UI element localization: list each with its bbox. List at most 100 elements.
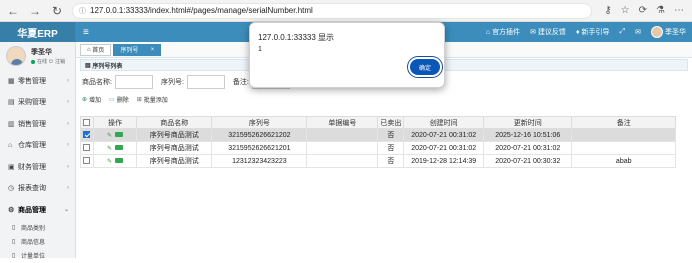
column-header[interactable]: 备注 <box>571 116 676 129</box>
column-header[interactable]: 序列号 <box>211 116 308 129</box>
cell-created: 2019-12-28 12:14:39 <box>403 154 485 168</box>
detail-icon[interactable] <box>114 132 123 138</box>
logout-icon: ⏻ <box>49 58 53 65</box>
row-checkbox[interactable] <box>83 131 91 139</box>
cell-sold: 否 <box>377 128 405 142</box>
delete-button[interactable]: ▭ 删除 <box>109 95 129 104</box>
dialog-message: 1 <box>258 46 262 53</box>
column-header[interactable]: 更新时间 <box>483 116 573 129</box>
chart-icon: ▥ <box>8 120 15 128</box>
detail-icon[interactable] <box>114 145 123 151</box>
remark-label: 备注: <box>232 79 249 86</box>
product-name-input[interactable] <box>114 75 153 89</box>
sidebar-subitem-category[interactable]: ▯ 商品类别 <box>0 221 75 235</box>
tab-serial-number[interactable]: 序列号 × <box>113 43 162 56</box>
key-icon[interactable]: ⚷ <box>604 5 611 16</box>
column-header[interactable]: 创建时间 <box>403 116 485 129</box>
star-icon[interactable]: ☆ <box>621 5 630 16</box>
extension-icon[interactable]: ⚗ <box>656 5 665 16</box>
chevron-left-icon: ‹ <box>67 185 69 192</box>
goods-icon: ⚙ <box>8 206 15 214</box>
refresh-icon[interactable]: ⟳ <box>639 5 647 16</box>
edit-icon[interactable]: ✎ <box>107 133 112 139</box>
back-icon[interactable]: ← <box>4 2 22 20</box>
user-name: 季圣华 <box>31 49 52 56</box>
dialog-ok-button[interactable]: 确定 <box>410 59 440 75</box>
table-header-row: 操作 商品名称 序列号 单据编号 已卖出 创建时间 更新时间 备注 <box>80 116 676 129</box>
sidebar-item-sales[interactable]: ▥ 销售管理 ‹ <box>0 113 75 135</box>
cell-product: 序列号商品测试 <box>136 141 213 155</box>
header-link-feedback[interactable]: ✉ 建议反馈 <box>530 27 566 37</box>
cell-sold: 否 <box>377 141 405 155</box>
sidebar-item-warehouse[interactable]: ⌂ 仓库管理 ‹ <box>0 135 75 157</box>
message-icon: ✉ <box>530 29 536 36</box>
sidebar-item-finance[interactable]: ▣ 财务管理 ‹ <box>0 156 75 178</box>
cell-serial: 3215952626621201 <box>211 141 308 155</box>
cell-doc <box>306 154 379 168</box>
detail-icon[interactable] <box>114 158 123 164</box>
sidebar-item-purchase[interactable]: ▤ 采购管理 ‹ <box>0 92 75 114</box>
alert-dialog: 127.0.0.1:33333 显示 1 确定 <box>249 22 445 88</box>
table-row[interactable]: ✎ 序列号商品测试 12312323423223 否 2019-12-28 12… <box>80 154 676 168</box>
close-icon[interactable]: × <box>151 47 155 53</box>
cell-created: 2020-07-21 00:31:02 <box>403 128 485 142</box>
add-icon: ⊕ <box>82 96 88 103</box>
menu-icon[interactable]: ⋯ <box>674 5 684 16</box>
header-user[interactable]: 季圣华 <box>651 26 686 38</box>
column-header: 操作 <box>92 116 138 129</box>
batch-add-button[interactable]: ⊞ 批量添加 <box>137 95 168 104</box>
serial-number-table: 操作 商品名称 序列号 单据编号 已卖出 创建时间 更新时间 备注 ✎ 序列号商… <box>80 116 676 168</box>
bank-icon: ⌂ <box>485 28 491 36</box>
column-header[interactable]: 单据编号 <box>306 116 379 129</box>
cell-updated: 2020-07-21 00:31:02 <box>483 141 573 155</box>
report-icon: ◷ <box>8 185 15 193</box>
logout-link[interactable]: 注销 <box>55 58 65 65</box>
reload-icon[interactable]: ↻ <box>48 2 66 20</box>
online-dot-icon <box>31 59 35 64</box>
add-button[interactable]: ⊕ 增加 <box>82 95 101 104</box>
doc-icon: ▯ <box>12 239 16 245</box>
sidebar-toggle-icon[interactable]: ≡ <box>83 27 89 38</box>
address-bar[interactable]: ⓘ 127.0.0.1:33333/index.html#/pages/mana… <box>72 2 592 19</box>
mail-icon[interactable]: ✉ <box>635 28 641 36</box>
edit-icon[interactable]: ✎ <box>107 159 112 165</box>
sidebar-item-goods[interactable]: ⚙ 商品管理 ⌄ <box>0 199 75 221</box>
sidebar-item-retail[interactable]: ▦ 零售管理 ‹ <box>0 70 75 92</box>
forward-icon[interactable]: → <box>26 2 44 20</box>
dialog-title: 127.0.0.1:33333 显示 <box>258 33 335 42</box>
cell-product: 序列号商品测试 <box>136 128 213 142</box>
cell-doc <box>306 141 379 155</box>
row-checkbox[interactable] <box>83 144 91 152</box>
cell-sold: 否 <box>377 154 405 168</box>
home-icon: ⌂ <box>87 46 91 53</box>
table-row[interactable]: ✎ 序列号商品测试 3215952626621201 否 2020-07-21 … <box>80 141 676 155</box>
cell-created: 2020-07-21 00:31:02 <box>403 141 485 155</box>
header-link-plugins[interactable]: ⌂ 官方插件 <box>486 27 520 37</box>
row-checkbox[interactable] <box>83 157 91 165</box>
sidebar-subitem-unit[interactable]: ▯ 计量单位 <box>0 249 75 263</box>
app-logo[interactable]: 华夏ERP <box>0 22 75 42</box>
cell-updated: 2020-07-21 00:30:32 <box>483 154 573 168</box>
status-online: 在线 <box>37 59 48 65</box>
delete-icon: ▭ <box>109 96 115 103</box>
sidebar-subitem-goods-info[interactable]: ▯ 商品信息 <box>0 235 75 249</box>
header-link-guide[interactable]: ♦ 新手引导 <box>576 27 610 37</box>
cell-doc <box>306 128 379 142</box>
cell-remark <box>571 141 676 155</box>
table-toolbar: ⊕ 增加 ▭ 删除 ⊞ 批量添加 <box>76 93 692 105</box>
select-all-checkbox[interactable] <box>80 116 94 129</box>
fullscreen-icon[interactable]: ⤢ <box>620 28 626 36</box>
chevron-left-icon: ‹ <box>67 142 69 149</box>
column-header[interactable]: 商品名称 <box>136 116 213 129</box>
info-icon: ⓘ <box>79 7 86 15</box>
tab-home[interactable]: ⌂ 首页 <box>80 43 112 56</box>
avatar <box>651 26 663 38</box>
table-row[interactable]: ✎ 序列号商品测试 3215952626621202 否 2020-07-21 … <box>80 128 676 142</box>
column-header[interactable]: 已卖出 <box>377 116 405 129</box>
serial-input[interactable] <box>186 75 225 89</box>
edit-icon[interactable]: ✎ <box>107 146 112 152</box>
sidebar-item-reports[interactable]: ◷ 报表查询 ‹ <box>0 178 75 200</box>
browser-toolbar: ← → ↻ ⓘ 127.0.0.1:33333/index.html#/page… <box>0 0 692 22</box>
url-text: 127.0.0.1:33333/index.html#/pages/manage… <box>90 6 313 15</box>
sidebar: 季圣华 在线 ⏻ 注销 ▦ 零售管理 ‹ ▤ 采购管理 ‹ ▥ 销售管理 ‹ ⌂… <box>0 42 76 260</box>
